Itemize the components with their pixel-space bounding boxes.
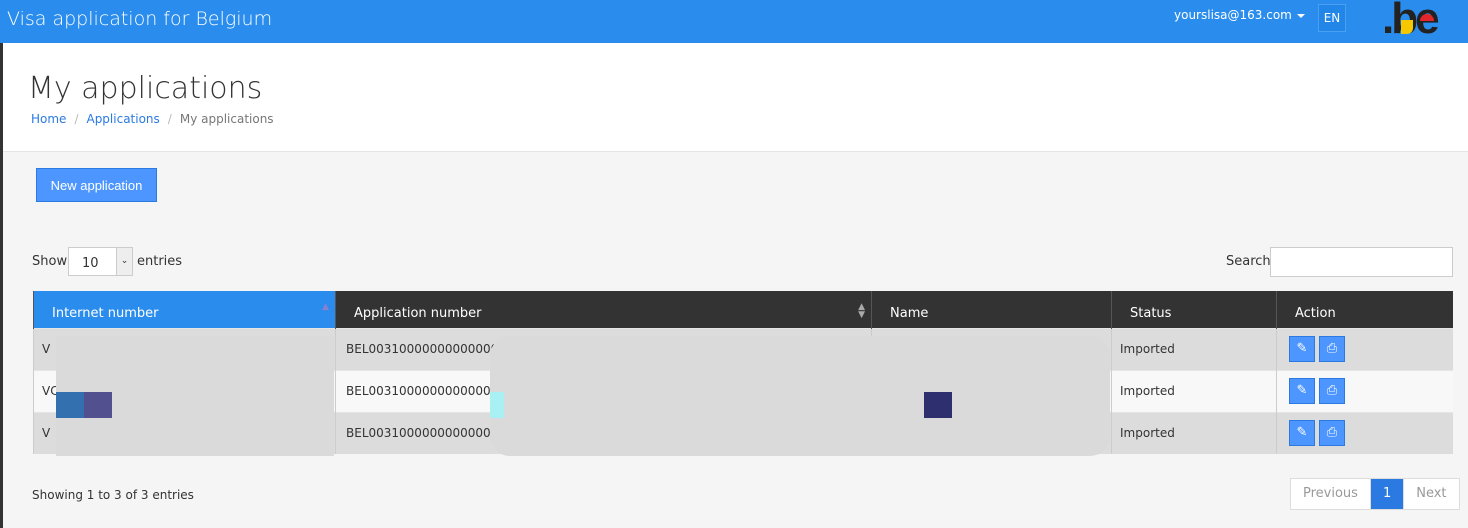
page-1-button[interactable]: 1 xyxy=(1369,479,1404,509)
page-header: My applications Home / Applications / My app… xyxy=(3,43,1468,152)
redaction xyxy=(490,392,504,418)
table-info: Showing 1 to 3 of 3 entries xyxy=(32,488,194,502)
breadcrumb-applications[interactable]: Applications xyxy=(86,112,159,126)
column-status: Status xyxy=(1111,291,1277,328)
action-cell: ✎ ⎙ xyxy=(1276,327,1453,370)
redaction xyxy=(490,336,1110,456)
print-button[interactable]: ⎙ xyxy=(1319,336,1345,362)
caret-down-icon xyxy=(1296,13,1305,18)
status-cell: Imported xyxy=(1111,327,1277,370)
next-button[interactable]: Next xyxy=(1403,479,1458,509)
pagination: Previous 1 Next xyxy=(1290,478,1460,510)
be-logo: .be xyxy=(1382,0,1440,44)
column-application-number[interactable]: Application number ▲ ▼ xyxy=(335,291,872,328)
sort-icon: ▲ ▼ xyxy=(858,302,865,320)
previous-button[interactable]: Previous xyxy=(1291,479,1370,509)
app-title: Visa application for Belgium xyxy=(7,8,273,30)
search-label: Search: xyxy=(1226,254,1276,269)
breadcrumb: Home / Applications / My applications xyxy=(31,112,274,126)
user-email: yourslisa@163.com xyxy=(1174,8,1292,22)
user-menu[interactable]: yourslisa@163.com xyxy=(1174,8,1305,22)
column-internet-number[interactable]: Internet number ▲ xyxy=(33,291,336,328)
entries-label: entries xyxy=(137,254,183,269)
sort-asc-icon: ▲ xyxy=(322,302,329,312)
action-cell: ✎ ⎙ xyxy=(1276,411,1453,454)
print-button[interactable]: ⎙ xyxy=(1319,420,1345,447)
page-size-select[interactable]: 10 ⌄ xyxy=(68,247,133,276)
show-label: Show xyxy=(32,254,68,269)
column-action: Action xyxy=(1276,291,1453,328)
column-name[interactable]: Name xyxy=(871,291,1112,328)
action-cell: ✎ ⎙ xyxy=(1276,369,1453,412)
status-cell: Imported xyxy=(1111,369,1277,412)
breadcrumb-home[interactable]: Home xyxy=(31,112,66,126)
print-button[interactable]: ⎙ xyxy=(1319,378,1345,404)
status-cell: Imported xyxy=(1111,411,1277,454)
redaction xyxy=(924,392,952,418)
page-size-value: 10 xyxy=(82,256,99,271)
page-title: My applications xyxy=(28,71,263,106)
breadcrumb-current: My applications xyxy=(179,112,274,126)
edit-button[interactable]: ✎ xyxy=(1289,420,1315,447)
top-bar: Visa application for Belgium yourslisa@1… xyxy=(0,0,1468,43)
new-application-button[interactable]: New application xyxy=(36,168,157,202)
edit-button[interactable]: ✎ xyxy=(1289,336,1315,362)
redaction xyxy=(56,392,84,418)
edit-button[interactable]: ✎ xyxy=(1289,378,1315,404)
search-input[interactable] xyxy=(1270,247,1453,277)
chevron-down-icon: ⌄ xyxy=(116,248,132,275)
language-button[interactable]: EN xyxy=(1318,4,1346,32)
redaction xyxy=(84,392,112,418)
